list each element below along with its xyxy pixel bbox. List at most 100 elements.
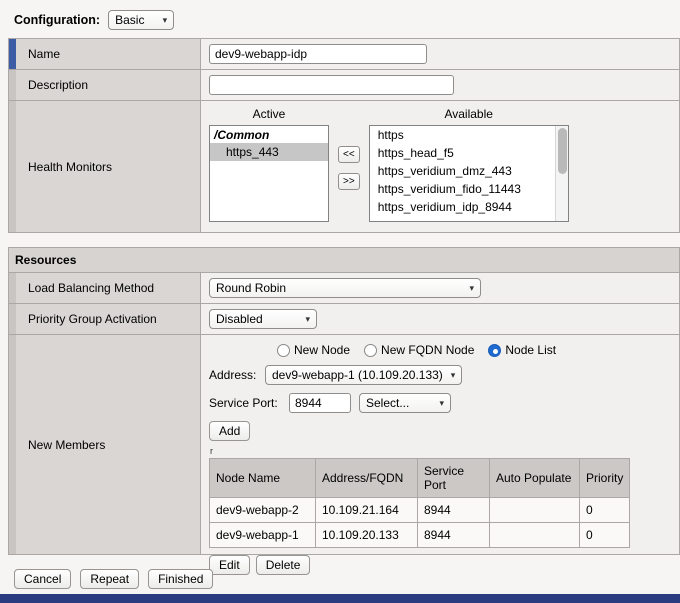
scrollbar-thumb[interactable] — [558, 128, 567, 174]
load-balancing-select-value: Round Robin — [216, 281, 286, 295]
cell-node-name: dev9-webapp-2 — [210, 498, 316, 523]
load-balancing-value-cell: Round Robin ▾ — [201, 273, 679, 303]
radio-node-list-label: Node List — [505, 343, 556, 357]
load-balancing-label: Load Balancing Method — [28, 281, 154, 295]
cell-auto-populate — [490, 498, 580, 523]
cell-address: 10.109.21.164 — [316, 498, 418, 523]
name-label: Name — [28, 47, 60, 61]
configuration-bar: Configuration: Basic ▾ — [0, 0, 680, 38]
radio-new-node[interactable]: New Node — [277, 343, 350, 357]
col-service-port: Service Port — [418, 459, 490, 498]
active-monitor-option[interactable]: https_443 — [210, 143, 328, 161]
available-monitors-column: Available https https_head_f5 https_veri… — [369, 104, 569, 222]
priority-group-row: Priority Group Activation Disabled ▾ — [9, 304, 679, 335]
load-balancing-row: Load Balancing Method Round Robin ▾ — [9, 273, 679, 304]
description-label-cell: Description — [9, 70, 201, 100]
cell-auto-populate — [490, 523, 580, 548]
repeat-button[interactable]: Repeat — [80, 569, 139, 589]
chevron-down-icon: ▾ — [451, 371, 456, 380]
active-header: Active — [209, 104, 329, 125]
cell-priority: 0 — [580, 498, 630, 523]
priority-group-label-cell: Priority Group Activation — [9, 304, 201, 334]
col-address-fqdn: Address/FQDN — [316, 459, 418, 498]
load-balancing-select[interactable]: Round Robin ▾ — [209, 278, 481, 298]
description-row: Description — [9, 70, 679, 101]
name-input[interactable] — [209, 44, 427, 64]
available-monitor-option[interactable]: https_veridium_fido_11443 — [370, 180, 568, 198]
chevron-down-icon: ▾ — [305, 315, 310, 324]
available-monitor-option[interactable]: https_veridium_dmz_443 — [370, 162, 568, 180]
col-auto-populate: Auto Populate — [490, 459, 580, 498]
radio-new-fqdn-node-label: New FQDN Node — [381, 343, 474, 357]
footer-bar — [0, 594, 680, 603]
name-label-cell: Name — [9, 39, 201, 69]
description-label: Description — [28, 78, 88, 92]
priority-group-select[interactable]: Disabled ▾ — [209, 309, 317, 329]
resources-form: Load Balancing Method Round Robin ▾ Prio… — [8, 272, 680, 555]
radio-checked-icon — [488, 344, 501, 357]
radio-icon — [364, 344, 377, 357]
available-monitors-listbox[interactable]: https https_head_f5 https_veridium_dmz_4… — [369, 125, 569, 222]
priority-group-value-cell: Disabled ▾ — [201, 304, 679, 334]
radio-node-list[interactable]: Node List — [488, 343, 556, 357]
new-members-label: New Members — [28, 438, 105, 452]
address-select-value: dev9-webapp-1 (10.109.20.133) — [272, 368, 443, 382]
cell-port: 8944 — [418, 498, 490, 523]
cell-priority: 0 — [580, 523, 630, 548]
scrollbar[interactable] — [555, 126, 568, 221]
service-port-select-value: Select... — [366, 396, 409, 410]
radio-icon — [277, 344, 290, 357]
table-row[interactable]: dev9-webapp-2 10.109.21.164 8944 0 — [210, 498, 630, 523]
active-monitors-listbox[interactable]: /Common https_443 — [209, 125, 329, 222]
move-to-available-button[interactable]: >> — [338, 173, 360, 190]
cell-node-name: dev9-webapp-1 — [210, 523, 316, 548]
finished-button[interactable]: Finished — [148, 569, 213, 589]
configuration-select[interactable]: Basic ▾ — [108, 10, 174, 30]
table-row[interactable]: dev9-webapp-1 10.109.20.133 8944 0 — [210, 523, 630, 548]
available-monitor-option[interactable]: https — [370, 126, 568, 144]
configuration-label: Configuration: — [14, 13, 100, 27]
stray-text: r — [210, 446, 671, 456]
new-members-value-cell: New Node New FQDN Node Node List Address… — [201, 335, 679, 554]
cancel-button[interactable]: Cancel — [14, 569, 71, 589]
available-monitor-option[interactable]: https_head_f5 — [370, 144, 568, 162]
available-monitor-option[interactable]: https_veridium_idp_8944 — [370, 198, 568, 216]
col-priority: Priority — [580, 459, 630, 498]
address-label: Address: — [209, 368, 265, 382]
description-value-cell — [201, 70, 679, 100]
service-port-label: Service Port: — [209, 396, 289, 410]
health-monitors-value-cell: Active /Common https_443 << >> Available… — [201, 101, 679, 232]
move-to-active-button[interactable]: << — [338, 146, 360, 163]
member-type-radio-group: New Node New FQDN Node Node List — [277, 343, 671, 357]
health-monitors-row: Health Monitors Active /Common https_443… — [9, 101, 679, 232]
address-row: Address: dev9-webapp-1 (10.109.20.133) ▾ — [209, 365, 671, 385]
chevron-down-icon: ▾ — [469, 284, 474, 293]
service-port-row: Service Port: Select... ▾ — [209, 393, 671, 413]
chevron-down-icon: ▾ — [163, 16, 168, 25]
priority-group-label: Priority Group Activation — [28, 312, 157, 326]
monitor-group-label: /Common — [210, 126, 328, 143]
service-port-input[interactable] — [289, 393, 351, 413]
edit-button[interactable]: Edit — [209, 555, 250, 575]
radio-new-node-label: New Node — [294, 343, 350, 357]
members-table-header-row: Node Name Address/FQDN Service Port Auto… — [210, 459, 630, 498]
radio-new-fqdn-node[interactable]: New FQDN Node — [364, 343, 474, 357]
service-port-select[interactable]: Select... ▾ — [359, 393, 451, 413]
description-input[interactable] — [209, 75, 454, 95]
cell-address: 10.109.20.133 — [316, 523, 418, 548]
add-button[interactable]: Add — [209, 421, 250, 441]
members-table: Node Name Address/FQDN Service Port Auto… — [209, 458, 630, 548]
configuration-select-value: Basic — [115, 13, 144, 27]
priority-group-select-value: Disabled — [216, 312, 263, 326]
resources-section-header: Resources — [8, 247, 680, 272]
name-row: Name — [9, 39, 679, 70]
address-select[interactable]: dev9-webapp-1 (10.109.20.133) ▾ — [265, 365, 462, 385]
monitor-move-buttons: << >> — [338, 146, 360, 222]
health-monitors-columns: Active /Common https_443 << >> Available… — [209, 104, 671, 222]
load-balancing-label-cell: Load Balancing Method — [9, 273, 201, 303]
col-node-name: Node Name — [210, 459, 316, 498]
resources-title: Resources — [15, 253, 76, 267]
delete-button[interactable]: Delete — [256, 555, 311, 575]
name-value-cell — [201, 39, 679, 69]
new-members-label-cell: New Members — [9, 335, 201, 554]
